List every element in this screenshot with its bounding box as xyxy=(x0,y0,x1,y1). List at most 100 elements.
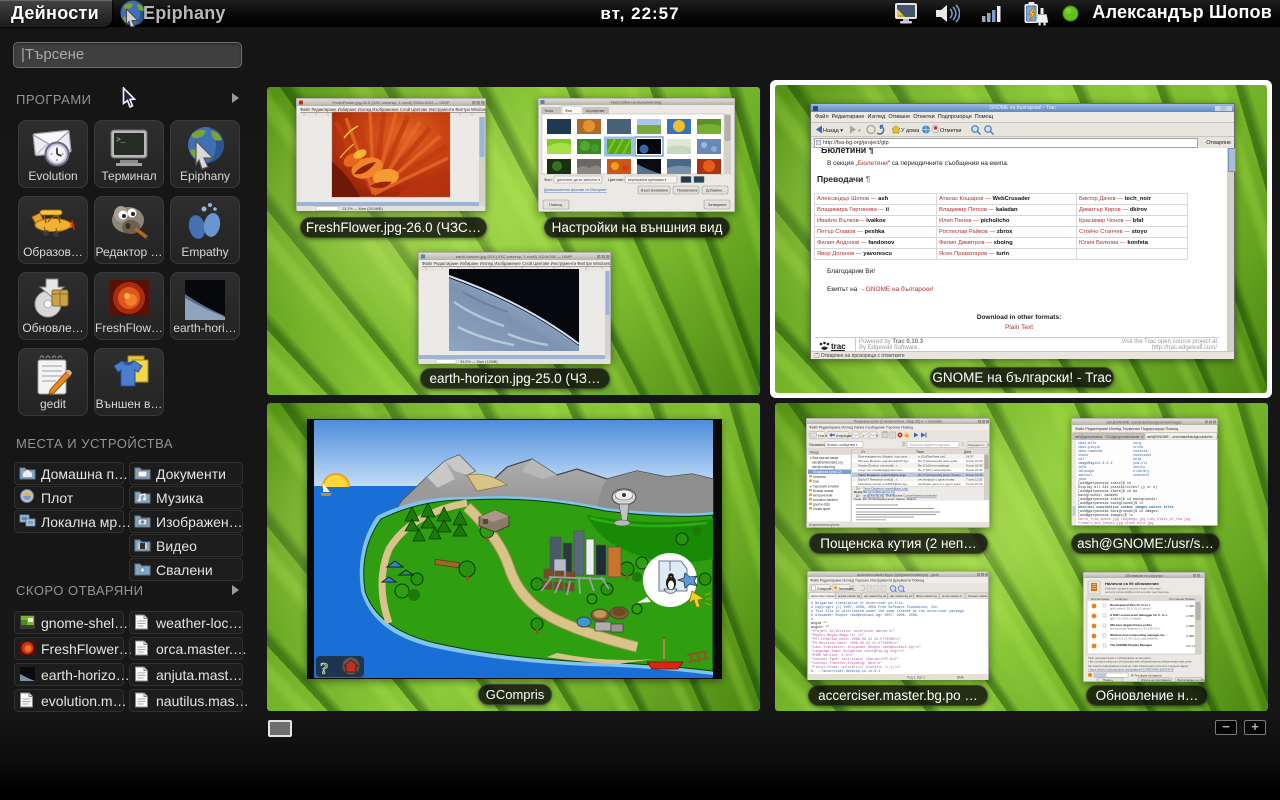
svg-text:# Alexander Shopov <ash@contac: # Alexander Shopov <ash@contact.bg> 2007… xyxy=(811,613,919,618)
svg-text:2,1MB: 2,1MB xyxy=(1186,624,1194,628)
svg-text:Размер: Размер xyxy=(1185,597,1196,601)
svg-text:Изпращане: Изпращане xyxy=(836,434,853,438)
svg-text:ash@contact.bg: ash@contact.bg xyxy=(812,465,835,469)
svg-text:н. [Су]Проблем со6…: н. [Су]Проблем со6… xyxy=(918,455,948,459)
svg-text:FreshFlower.jpg-26.0 (ЧЗС спек: FreshFlower.jpg-26.0 (ЧЗС спектър, 1 сло… xyxy=(333,100,450,105)
svg-text:тях въпроси с дата готова: тях въпроси с дата готова xyxy=(918,477,954,481)
svg-text:gdb-7.0.1-34.fc (Отивай): gdb-7.0.1-34.fc (Отивай) xyxy=(1110,617,1141,621)
svg-text:вертикална преливка ▾: вертикална преливка ▾ xyxy=(628,178,667,182)
svg-text:The GNOME Display Manager: The GNOME Display Manager xyxy=(1110,643,1153,647)
svg-text:Поща: Поща xyxy=(810,451,819,455)
svg-text:Премахване: Премахване xyxy=(677,189,698,193)
svg-text:Дата: Дата xyxy=(964,450,971,454)
svg-text:atk.master.bg.po ✕: atk.master.bg.po ✕ xyxy=(890,594,916,598)
svg-text:ash@kambanaria.org: ash@kambanaria.org xyxy=(812,461,843,465)
svg-text:Файл Редактиране Избиране И: Файл Редактиране Избиране Изглед Изображ… xyxy=(300,107,486,112)
svg-text:api.master.bg.po ✕: api.master.bg.po ✕ xyxy=(864,594,890,598)
svg-text:Фон:: Фон: xyxy=(544,177,553,182)
svg-text:Назад ▾: Назад ▾ xyxy=(823,128,843,134)
svg-text:▾: ▾ xyxy=(858,129,861,135)
svg-text:гноме-прев: гноме-прев xyxy=(813,507,830,511)
svg-text:Пощенска кутия (2 непрочетени,: Пощенска кутия (2 непрочетени, общо 26) … xyxy=(854,420,943,424)
svg-text:Тема: Тема xyxy=(544,109,554,113)
svg-text:at-spi.master.b… ✕: at-spi.master.b… ✕ xyxy=(942,594,969,598)
svg-text:Помощ: Помощ xyxy=(549,203,563,207)
svg-text:Файл Редактиране Изглед: Файл Редактиране Изглед Терминал Подпроз… xyxy=(1075,427,1179,431)
svg-text:6 юли 10:10: 6 юли 10:10 xyxy=(966,482,983,486)
svg-text:Показвани:: Показвани: xyxy=(809,443,827,447)
svg-text:ash@GNOME:.../usr/share/backgr: ash@GNOME:.../usr/share/backgrounds/im… … xyxy=(1147,435,1218,439)
svg-text:• https://admin.fedoraproject.: • https://admin.fedoraproject.org/update… xyxy=(1088,668,1174,672)
svg-text:Файл Редактиране Избиране И: Файл Редактиране Избиране Изглед Изображ… xyxy=(422,261,611,266)
svg-text:Шрифтове: Шрифтове xyxy=(586,109,605,113)
svg-text:Всички съобщения ▾: Всички съобщения ▾ xyxy=(827,443,858,447)
svg-text:Yavor Doganov «yavor@gnu.org»: Yavor Doganov «yavor@gnu.org» xyxy=(858,473,906,477)
svg-text:gnome-i18n: gnome-i18n xyxy=(813,503,830,507)
svg-text:zoneinfo: zoneinfo xyxy=(1133,473,1149,478)
svg-text:дисплеят да се запълни ▾: дисплеят да се запълни ▾ xyxy=(557,178,600,182)
svg-text:9 юли 16:20: 9 юли 16:20 xyxy=(966,459,983,463)
svg-text:ash@GNOME: /usr/share/backgrou: ash@GNOME: /usr/share/backgrounds/images xyxy=(1106,420,1181,424)
svg-text:8 юли 21:40: 8 юли 21:40 xyxy=(966,468,983,472)
svg-text:9 юли 18:30: 9 юли 18:30 xyxy=(966,464,983,468)
svg-text:От: От xyxy=(861,450,865,454)
svg-text:2,1MB: 2,1MB xyxy=(1186,634,1194,638)
svg-text:?: ? xyxy=(320,659,329,678)
svg-text:Милена Мидова «ggmilena@абv.bg: Милена Мидова «ggmilena@абv.bg» xyxy=(858,459,909,463)
svg-text:Настройки на външния вид: Настройки на външния вид xyxy=(611,100,662,105)
svg-text:Обновяване на софтуера: Обновяване на софтуера xyxy=(1125,574,1163,578)
svg-text:2,7MB: 2,7MB xyxy=(1186,604,1194,608)
svg-text:• Въ основен резултат об'ъвлен: • Въ основен резултат об'ъвления with об… xyxy=(1088,660,1193,664)
svg-text:Re: [Публикации] воист банкет…: Re: [Публикации] воист банкет… xyxy=(918,473,964,477)
svg-text:Отметки: Отметки xyxy=(940,128,961,134)
svg-text:evolution-hackers: evolution-hackers xyxy=(813,498,838,502)
svg-text:8 юли 19:45: 8 юли 19:45 xyxy=(966,473,983,477)
svg-text:Помощ: Помощ xyxy=(1103,678,1113,682)
svg-text:Тема: Тема xyxy=(916,450,924,454)
svg-text:Файл Редактиране Изглед Пап: Файл Редактиране Изглед Папка Съобщение … xyxy=(809,426,913,430)
svg-text:▾ Във всички папки: ▾ Във всички папки xyxy=(810,456,839,460)
svg-text:Затваряне: Затваряне xyxy=(708,203,726,207)
svg-text:trac: trac xyxy=(831,342,846,351)
svg-text:glib2-devel-2.30.0-3.fc12 (зап: glib2-devel-2.30.0-3.fc12 (запаз) xyxy=(1110,607,1151,611)
svg-text:Преглеждане на „Екрана“ под лу: Преглеждане на „Екрана“ под лупа… xyxy=(858,455,910,459)
svg-text:34.2% — Мин (12MB): 34.2% — Мин (12MB) xyxy=(460,360,498,364)
svg-text:Тема или подател съдържа: Тема или подател съдържа xyxy=(909,443,950,447)
svg-text:Непрочетени: Непрочетени xyxy=(813,494,833,498)
svg-text:14:37: 14:37 xyxy=(966,455,974,459)
svg-text:Налични са 99 обновления: Налични са 99 обновления xyxy=(1105,581,1159,586)
svg-text:13.2% — Мин (28,5MB): 13.2% — Мин (28,5MB) xyxy=(342,207,383,211)
svg-text:Добавяне…: Добавяне… xyxy=(706,189,726,193)
svg-text:Всички писма: Всички писма xyxy=(813,489,834,493)
svg-text:Инсталиране: Инсталиране xyxy=(1091,597,1110,601)
svg-text:ash@датуапоskа: ~/СС/gtp/gnome: ash@датуапоskа: ~/СС/gtp/gnome/master ✕ xyxy=(1075,435,1144,439)
svg-text:Фон: Фон xyxy=(565,109,572,113)
svg-text:Изпете на програмата: Изпете на програмата xyxy=(1141,678,1171,682)
svg-text:Кош: Кош xyxy=(813,480,820,484)
svg-text:Състояние: Състояние xyxy=(1169,597,1185,601)
svg-text:earth-horizon.jpg-25.0 (ЧЗС сп: earth-horizon.jpg-25.0 (ЧЗС спектър, 1 с… xyxy=(456,254,573,259)
svg-text:с.в.а! тов «svetlana@gmail.com: с.в.а! тов «svetlana@gmail.com» xyxy=(858,468,903,472)
svg-text:Инсталиране на обн…: Инсталиране на обн… xyxy=(1177,678,1205,682)
svg-text:Файл Редактиране Изглед Тър: Файл Редактиране Изглед Търсене Инструме… xyxy=(810,579,924,583)
svg-text:Ред 1, Кол 1: Ред 1, Кол 1 xyxy=(907,676,925,680)
svg-text:Красимир Чонов «mk2616@abv.bg»: Красимир Чонов «mk2616@abv.bg» xyxy=(858,482,908,486)
svg-text:Чернови: Чернови xyxy=(813,475,826,479)
svg-text:Re: [Публ.] нова версия: Re: [Публ.] нова версия xyxy=(918,468,951,472)
svg-text:#: ../accerciser.desktop.in.in: #: ../accerciser.desktop.in.in:3:1 xyxy=(811,669,880,674)
svg-text:Пощенска кутия (2): Пощенска кутия (2) xyxy=(813,470,842,474)
svg-text:Нов ▾: Нов ▾ xyxy=(818,434,827,438)
svg-text:>_: >_ xyxy=(116,136,126,145)
svg-text:Stoyan Dimitrov «stoyan@...»: Stoyan Dimitrov «stoyan@...» xyxy=(858,464,898,468)
svg-text:▾ Търсения в папки: ▾ Търсения в папки xyxy=(810,485,839,489)
svg-text:Текущата п… ▾: Текущата п… ▾ xyxy=(968,443,990,447)
svg-text:Re: [Публикации] нови думи…: Re: [Публикации] нови думи… xyxy=(918,459,960,463)
svg-text:Отваряне ▾: Отваряне ▾ xyxy=(817,587,834,591)
svg-text:2,2MB: 2,2MB xyxy=(1186,614,1194,618)
svg-text:flowers_and_leaves.jpg stone_b: flowers_and_leaves.jpg stone_bird.jpg xyxy=(1078,521,1153,526)
svg-text:dbus.master.bg… ✕: dbus.master.bg… ✕ xyxy=(916,594,943,598)
svg-text:Възстановяване: Възстановяване xyxy=(641,189,668,193)
svg-text:Софтуер: Софтуер xyxy=(1115,597,1128,601)
svg-text:свободен достъп и други думи: свободен достъп и други думи xyxy=(918,482,961,486)
svg-text:mutter-2.8.1-1.43.2.fc12.ccgit: mutter-2.8.1-1.43.2.fc12.ccgit.befabf4c… xyxy=(1110,637,1161,641)
